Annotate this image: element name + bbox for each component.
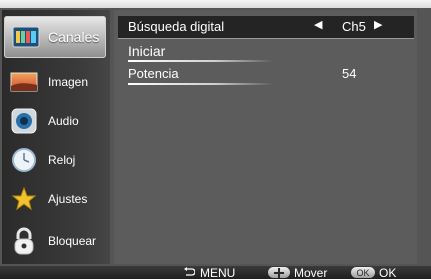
menu-hint-label: MENU [200, 265, 236, 280]
ok-hint-label: OK [379, 265, 397, 280]
sidebar-item-label: Bloquear [48, 234, 97, 248]
row-value: Ch5 [342, 19, 366, 34]
sidebar: Canales Imagen Audio Reloj Ajustes Bloqu… [2, 10, 110, 264]
sidebar-item-label: Reloj [48, 153, 76, 167]
bottom-hint-bar: MENU Mover OK OK [0, 265, 431, 280]
sidebar-item-bloquear[interactable]: Bloquear [2, 222, 110, 260]
sidebar-item-ajustes[interactable]: Ajustes [2, 180, 110, 218]
sidebar-item-imagen[interactable]: Imagen [2, 63, 110, 101]
arrow-left-icon[interactable]: ◀ [314, 18, 322, 31]
sidebar-item-label: Canales [48, 29, 100, 45]
lock-icon [10, 227, 38, 255]
dpad-icon [268, 267, 290, 278]
osd-screen: Canales Imagen Audio Reloj Ajustes Bloqu… [0, 8, 431, 280]
sidebar-item-label: Audio [48, 114, 79, 128]
menu-row-potencia[interactable]: Potencia 54 [118, 63, 414, 85]
ok-badge: OK [351, 267, 375, 278]
ok-hint: OK OK [351, 265, 397, 280]
top-strip [0, 0, 431, 8]
move-hint: Mover [268, 265, 328, 280]
star-settings-icon [10, 185, 38, 213]
return-icon [183, 266, 196, 280]
picture-icon [10, 68, 38, 96]
row-label: Potencia [128, 66, 179, 81]
row-value: 54 [342, 66, 357, 81]
menu-row-iniciar[interactable]: Iniciar [118, 40, 414, 62]
tv-channels-icon [12, 23, 40, 51]
sidebar-item-label: Imagen [48, 75, 89, 89]
main-panel: Búsqueda digital ◀ Ch5 ▶ Iniciar Potenci… [114, 10, 417, 264]
menu-hint: MENU [183, 265, 236, 280]
arrow-right-icon[interactable]: ▶ [374, 18, 382, 31]
row-underline [128, 83, 273, 85]
sidebar-item-reloj[interactable]: Reloj [2, 141, 110, 179]
sidebar-item-canales[interactable]: Canales [4, 16, 106, 58]
sidebar-item-label: Ajustes [48, 192, 88, 206]
move-hint-label: Mover [294, 265, 328, 280]
menu-row-busqueda-digital[interactable]: Búsqueda digital ◀ Ch5 ▶ [118, 16, 414, 39]
clock-icon [10, 146, 38, 174]
row-underline [128, 60, 273, 62]
sidebar-item-audio[interactable]: Audio [2, 102, 110, 140]
row-label: Búsqueda digital [128, 19, 225, 34]
speaker-icon [10, 107, 38, 135]
row-label: Iniciar [128, 43, 166, 59]
